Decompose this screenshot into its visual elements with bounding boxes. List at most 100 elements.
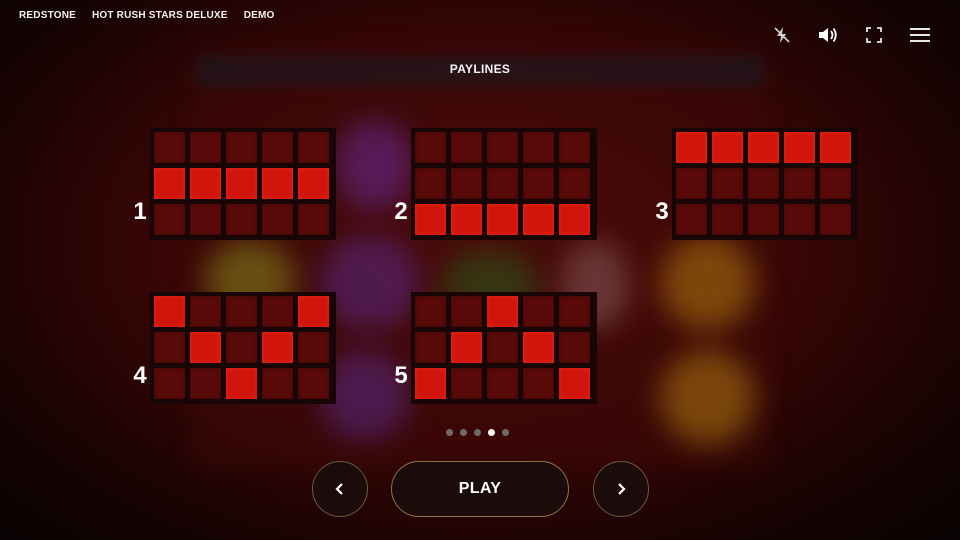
active-cell bbox=[298, 296, 329, 327]
reel-cell bbox=[154, 332, 185, 363]
payline-grid bbox=[411, 292, 597, 404]
reel-cell bbox=[820, 204, 851, 235]
reel-cell bbox=[523, 168, 554, 199]
reel-cell bbox=[523, 296, 554, 327]
reel-cell bbox=[190, 296, 221, 327]
reel-cell bbox=[262, 296, 293, 327]
reel-cell bbox=[451, 368, 482, 399]
mode-label: DEMO bbox=[243, 10, 275, 21]
active-cell bbox=[190, 332, 221, 363]
reel-cell bbox=[748, 168, 779, 199]
active-cell bbox=[415, 368, 446, 399]
page-title: PAYLINES bbox=[449, 62, 511, 76]
reel-cell bbox=[190, 132, 221, 163]
active-cell bbox=[451, 332, 482, 363]
reel-cell bbox=[487, 168, 518, 199]
reel-cell bbox=[487, 332, 518, 363]
volume-icon[interactable] bbox=[816, 24, 840, 46]
reel-cell bbox=[451, 296, 482, 327]
fullscreen-icon[interactable] bbox=[862, 24, 886, 46]
chevron-left-icon bbox=[335, 483, 343, 495]
active-cell bbox=[559, 368, 590, 399]
page-dot-1[interactable] bbox=[446, 429, 453, 436]
reel-cell bbox=[559, 168, 590, 199]
menu-icon[interactable] bbox=[908, 24, 932, 46]
reel-cell bbox=[559, 332, 590, 363]
reel-cell bbox=[415, 332, 446, 363]
reel-cell bbox=[154, 132, 185, 163]
active-cell bbox=[676, 132, 707, 163]
active-cell bbox=[154, 296, 185, 327]
reel-cell bbox=[523, 132, 554, 163]
reel-cell bbox=[262, 368, 293, 399]
active-cell bbox=[415, 204, 446, 235]
chevron-right-icon bbox=[618, 483, 626, 495]
payline-3: 3 bbox=[642, 128, 902, 242]
reel-cell bbox=[154, 368, 185, 399]
reel-cell bbox=[226, 332, 257, 363]
payline-4: 4 bbox=[120, 292, 380, 406]
reel-cell bbox=[298, 332, 329, 363]
reel-cell bbox=[298, 204, 329, 235]
page-dot-3[interactable] bbox=[474, 429, 481, 436]
active-cell bbox=[154, 168, 185, 199]
payline-grid bbox=[150, 128, 336, 240]
active-cell bbox=[820, 132, 851, 163]
flash-off-icon[interactable] bbox=[770, 24, 794, 46]
active-cell bbox=[748, 132, 779, 163]
studio-name: REDSTONE bbox=[19, 10, 76, 21]
active-cell bbox=[298, 168, 329, 199]
active-cell bbox=[523, 204, 554, 235]
payline-grid bbox=[672, 128, 858, 240]
page-dot-2[interactable] bbox=[460, 429, 467, 436]
page-dot-5[interactable] bbox=[502, 429, 509, 436]
active-cell bbox=[712, 132, 743, 163]
page-indicator bbox=[446, 429, 509, 436]
reel-cell bbox=[676, 168, 707, 199]
active-cell bbox=[190, 168, 221, 199]
active-cell bbox=[487, 204, 518, 235]
active-cell bbox=[226, 368, 257, 399]
top-controls bbox=[770, 24, 932, 46]
reel-cell bbox=[226, 204, 257, 235]
reel-cell bbox=[415, 132, 446, 163]
next-button[interactable] bbox=[593, 461, 649, 517]
game-background bbox=[0, 0, 960, 540]
game-name: HOT RUSH STARS DELUXE bbox=[91, 10, 228, 21]
reel-cell bbox=[523, 368, 554, 399]
active-cell bbox=[451, 204, 482, 235]
reel-cell bbox=[820, 168, 851, 199]
reel-cell bbox=[712, 168, 743, 199]
reel-cell bbox=[226, 296, 257, 327]
payline-5: 5 bbox=[381, 292, 641, 406]
reel-cell bbox=[226, 132, 257, 163]
active-cell bbox=[559, 204, 590, 235]
payline-1: 1 bbox=[120, 128, 380, 242]
reel-cell bbox=[298, 132, 329, 163]
active-cell bbox=[523, 332, 554, 363]
reel-cell bbox=[712, 204, 743, 235]
payline-grid bbox=[150, 292, 336, 404]
reel-cell bbox=[748, 204, 779, 235]
reel-cell bbox=[559, 132, 590, 163]
reel-cell bbox=[784, 204, 815, 235]
reel-cell bbox=[559, 296, 590, 327]
payline-grid bbox=[411, 128, 597, 240]
reel-cell bbox=[262, 204, 293, 235]
reel-cell bbox=[451, 132, 482, 163]
reel-cell bbox=[190, 204, 221, 235]
reel-cell bbox=[190, 368, 221, 399]
brand-bar: REDSTONE HOT RUSH STARS DELUXE DEMO bbox=[19, 10, 275, 21]
reel-cell bbox=[451, 168, 482, 199]
reel-cell bbox=[262, 132, 293, 163]
play-button[interactable]: PLAY bbox=[391, 461, 569, 517]
prev-button[interactable] bbox=[312, 461, 368, 517]
page-dot-4[interactable] bbox=[488, 429, 495, 436]
reel-cell bbox=[487, 132, 518, 163]
payline-2: 2 bbox=[381, 128, 641, 242]
reel-cell bbox=[154, 204, 185, 235]
active-cell bbox=[262, 168, 293, 199]
reel-cell bbox=[298, 368, 329, 399]
reel-cell bbox=[784, 168, 815, 199]
active-cell bbox=[487, 296, 518, 327]
